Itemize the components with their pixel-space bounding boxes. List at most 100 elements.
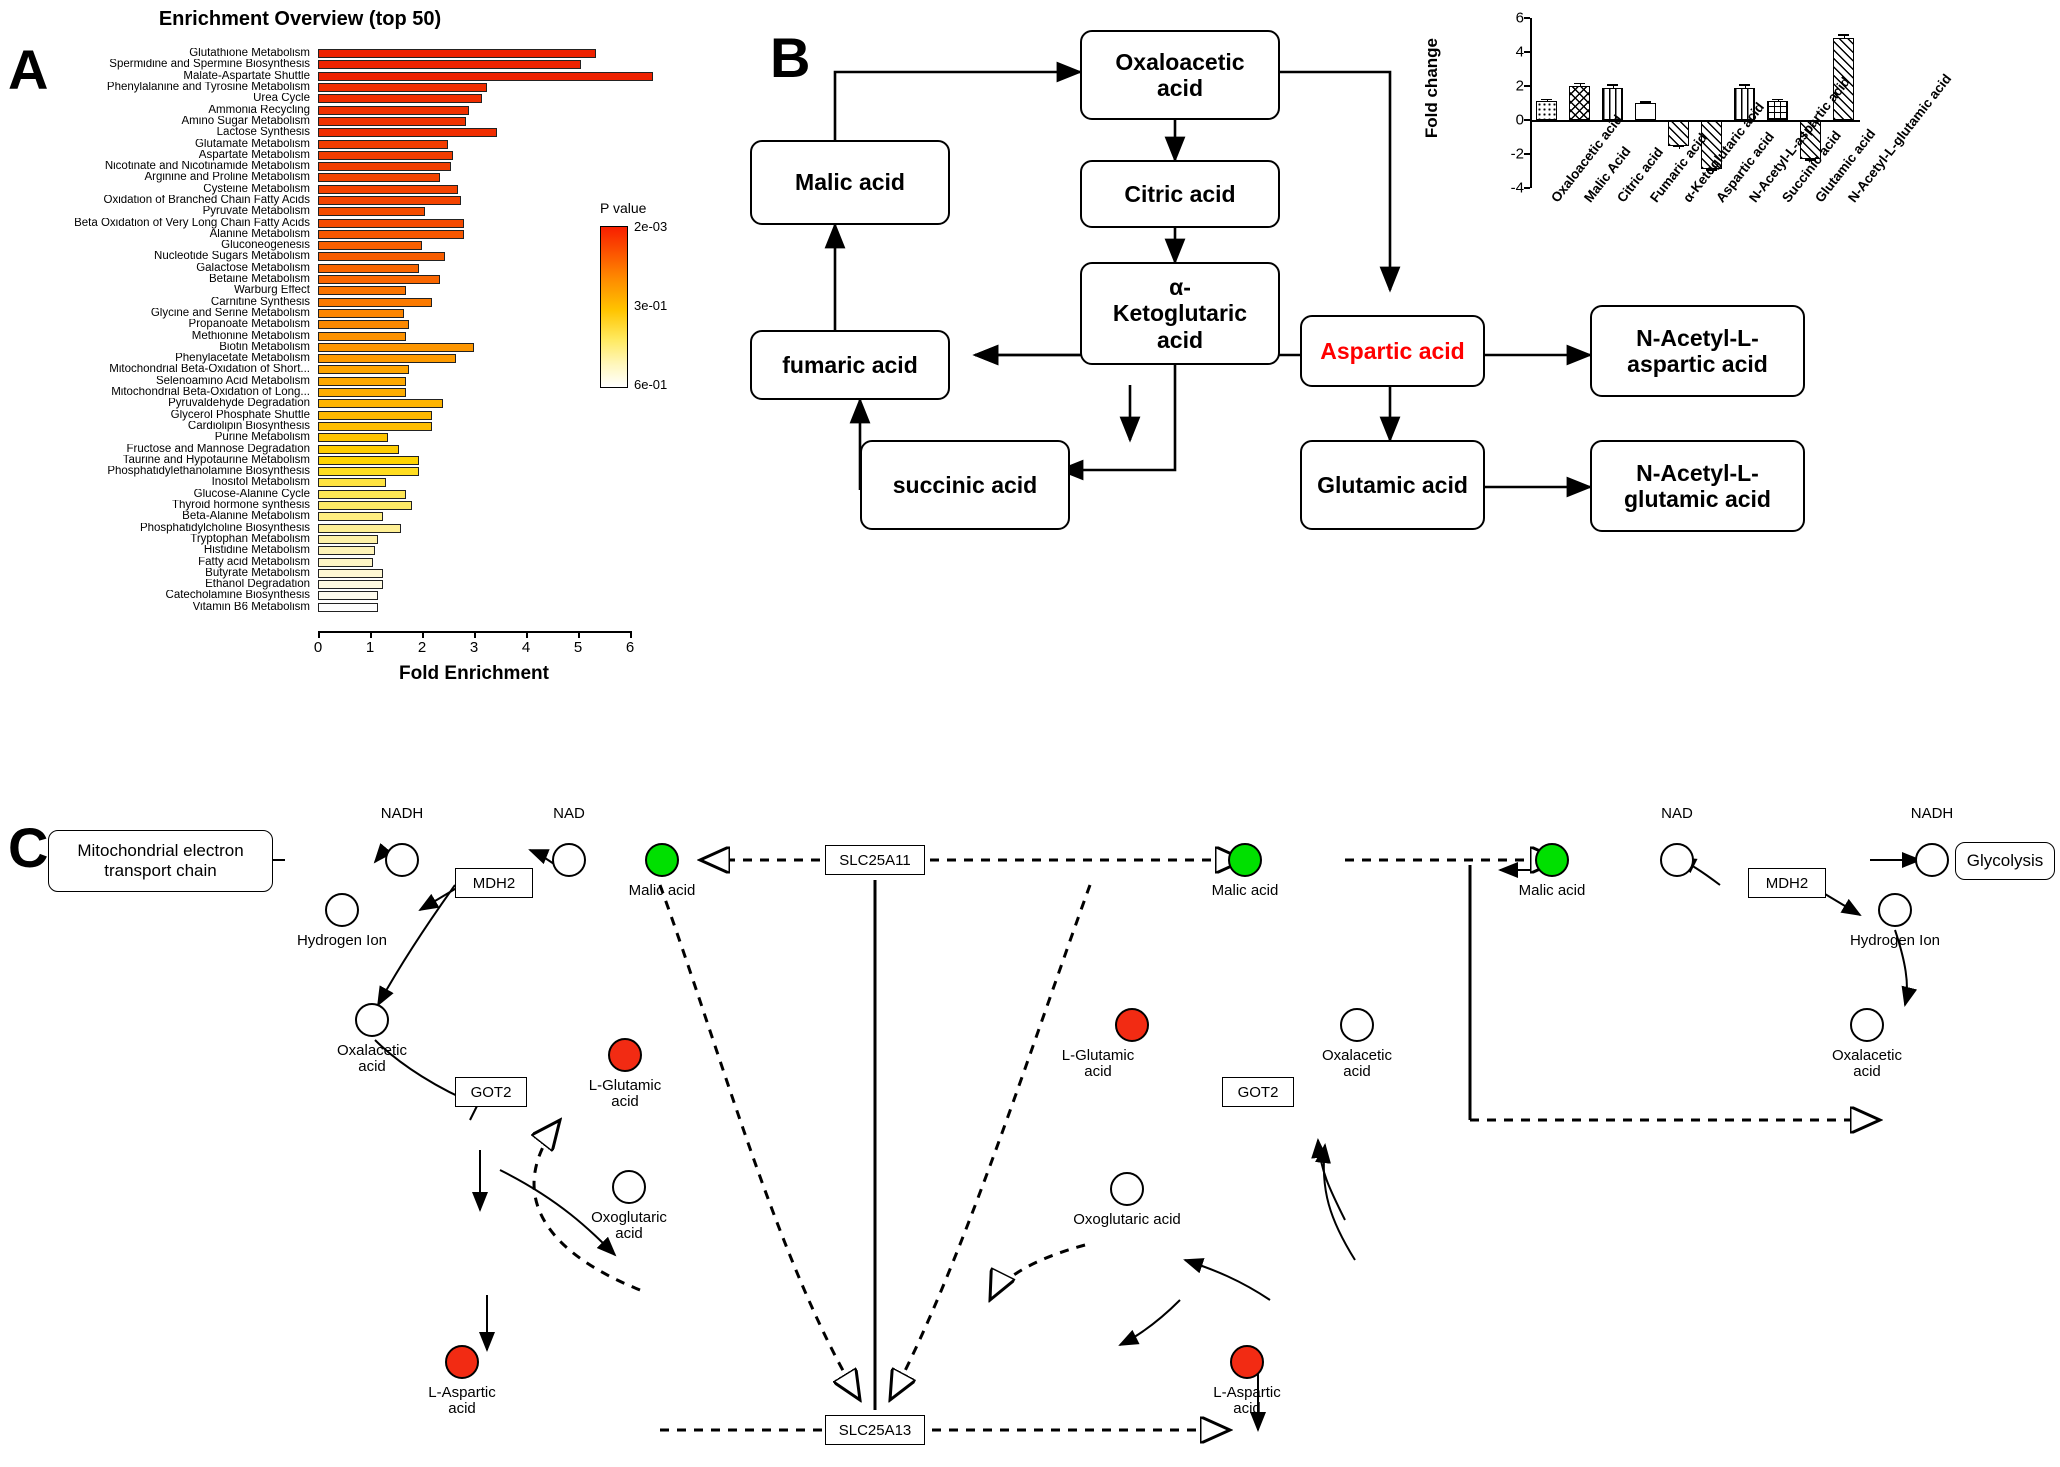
bar-track xyxy=(318,196,461,205)
bar-label: Beta-Alanine Metabolism xyxy=(182,511,310,523)
metabolite-malic-acid-middle xyxy=(1228,843,1262,877)
bar-track xyxy=(318,399,443,409)
bar-row: Purine Metabolism xyxy=(0,432,653,443)
inset-bar xyxy=(1668,120,1689,146)
bar-row: Spermidine and Spermine Biosynthesis xyxy=(0,59,653,70)
bar-row: Mitochondrial Beta-Oxidation of Long... xyxy=(0,387,653,398)
enrichment-bars: Glutathione Metabolism Spermidine and Spe… xyxy=(0,48,654,613)
x-axis-tick xyxy=(422,631,424,638)
bar-fill xyxy=(318,229,464,239)
bar-fill xyxy=(318,512,383,522)
bar-track xyxy=(318,162,451,172)
bar-fill xyxy=(318,241,422,251)
bar-label: Tryptophan Metabolism xyxy=(190,533,310,545)
node-mdh2-left: MDH2 xyxy=(455,868,533,898)
node-mitochondrial-electron-transport-chain: Mitochondrial electron transport chain xyxy=(48,830,273,892)
inset-y-axis-line xyxy=(1530,18,1532,188)
inset-bar xyxy=(1635,103,1656,120)
node-slc25a13: SLC25A13 xyxy=(825,1415,925,1445)
inset-error-cap xyxy=(1673,145,1684,148)
metabolite-oxalacetic-acid-left xyxy=(355,1003,389,1037)
bar-row: Phosphatidylcholine Biosynthesis xyxy=(0,522,653,533)
node-label: MDH2 xyxy=(472,874,516,892)
node-label: α- Ketoglutaric acid xyxy=(1112,273,1248,353)
x-axis-tick-label: 5 xyxy=(573,639,583,656)
bar-fill xyxy=(318,478,386,488)
label-l-aspartic-acid-right: L-Aspartic acid xyxy=(1213,1384,1281,1417)
bar-track xyxy=(318,297,433,307)
bar-track xyxy=(318,512,383,522)
bar-row: Lactose Synthesis xyxy=(0,127,653,138)
bar-fill xyxy=(318,128,498,138)
bar-row: Propanoate Metabolism xyxy=(0,319,653,330)
bar-label: Glutamate Metabolism xyxy=(194,138,310,150)
x-axis-tick xyxy=(370,631,372,638)
bar-row: Taurine and Hypotaurine Metabolism xyxy=(0,455,653,466)
bar-row: Cysteine Metabolism xyxy=(0,184,653,195)
bar-track xyxy=(318,71,654,81)
bar-label: Ammonia Recycling xyxy=(208,104,310,116)
bar-row: Ammonia Recycling xyxy=(0,104,653,115)
bar-track xyxy=(318,591,378,601)
node-succinic-acid: succinic acid xyxy=(860,440,1070,530)
inset-y-tick-label: 6 xyxy=(1515,9,1524,27)
bar-label: Catecholamine Biosynthesis xyxy=(165,590,310,602)
bar-track xyxy=(318,421,433,431)
metabolite-l-aspartic-acid-left xyxy=(445,1345,479,1379)
bar-track xyxy=(318,433,389,443)
bar-fill xyxy=(318,421,433,431)
bar-track xyxy=(318,354,456,364)
bar-row: Oxidation of Branched Chain Fatty Acids xyxy=(0,195,653,206)
bar-label: Glycerol Phosphate Shuttle xyxy=(170,409,310,421)
bar-fill xyxy=(318,602,378,612)
metabolite-oxalacetic-acid-right xyxy=(1850,1008,1884,1042)
bar-label: Galactose Metabolism xyxy=(196,262,310,274)
bar-label: Fatty acid Metabolism xyxy=(198,556,310,568)
bar-track xyxy=(318,489,407,499)
bar-fill xyxy=(318,184,459,194)
bar-track xyxy=(318,365,409,375)
x-axis-tick xyxy=(318,631,320,638)
bar-fill xyxy=(318,501,412,511)
bar-label: Nicotinate and Nicotinamide Metabolism xyxy=(104,161,310,173)
bar-row: Thyroid hormone synthesis xyxy=(0,500,653,511)
bar-row: Beta Oxidation of Very Long Chain Fatty … xyxy=(0,217,653,228)
bar-fill xyxy=(318,534,378,544)
x-axis-tick xyxy=(578,631,580,638)
label-malic-acid-left: Malic acid xyxy=(628,882,696,899)
bar-fill xyxy=(318,60,581,70)
inset-y-tick-mark xyxy=(1524,85,1530,87)
bar-track xyxy=(318,388,407,398)
node-alpha-ketoglutaric-acid: α- Ketoglutaric acid xyxy=(1080,262,1280,365)
bar-row: Amino Sugar Metabolism xyxy=(0,116,653,127)
bar-row: Glutamate Metabolism xyxy=(0,138,653,149)
bar-track xyxy=(318,241,422,251)
bar-row: Malate-Aspartate Shuttle xyxy=(0,71,654,82)
x-axis-tick-label: 6 xyxy=(625,639,635,656)
node-citric-acid: Citric acid xyxy=(1080,160,1280,228)
bar-row: Nicotinate and Nicotinamide Metabolism xyxy=(0,161,653,172)
metabolite-l-aspartic-acid-right xyxy=(1230,1345,1264,1379)
bar-fill xyxy=(318,275,441,285)
bar-track xyxy=(318,546,376,556)
node-label: Citric acid xyxy=(1124,180,1236,207)
inset-y-tick-label: 0 xyxy=(1515,111,1524,129)
node-label: N-Acetyl-L- glutamic acid xyxy=(1624,459,1771,512)
bar-track xyxy=(318,501,412,511)
p-value-tick-label: 6e-01 xyxy=(634,377,668,392)
bar-row: Glycerol Phosphate Shuttle xyxy=(0,410,653,421)
bar-track xyxy=(318,275,441,285)
metabolite-nad-left xyxy=(552,843,586,877)
node-glutamic-acid: Glutamic acid xyxy=(1300,440,1485,530)
bar-fill xyxy=(318,150,454,160)
panel-letter-b: B xyxy=(770,26,811,89)
label-oxoglutaric-acid-left: Oxoglutaric acid xyxy=(591,1209,667,1242)
bar-fill xyxy=(318,455,420,465)
bar-label: Urea Cycle xyxy=(253,93,310,105)
metabolite-l-glutamic-acid-left xyxy=(608,1038,642,1072)
bar-row: Nucleotide Sugars Metabolism xyxy=(0,251,653,262)
metabolite-oxoglutaric-acid-right xyxy=(1110,1172,1144,1206)
bar-row: Mitochondrial Beta-Oxidation of Short... xyxy=(0,364,653,375)
node-malic-acid: Malic acid xyxy=(750,140,950,225)
label-oxalacetic-acid-left: Oxalacetic acid xyxy=(336,1042,408,1075)
